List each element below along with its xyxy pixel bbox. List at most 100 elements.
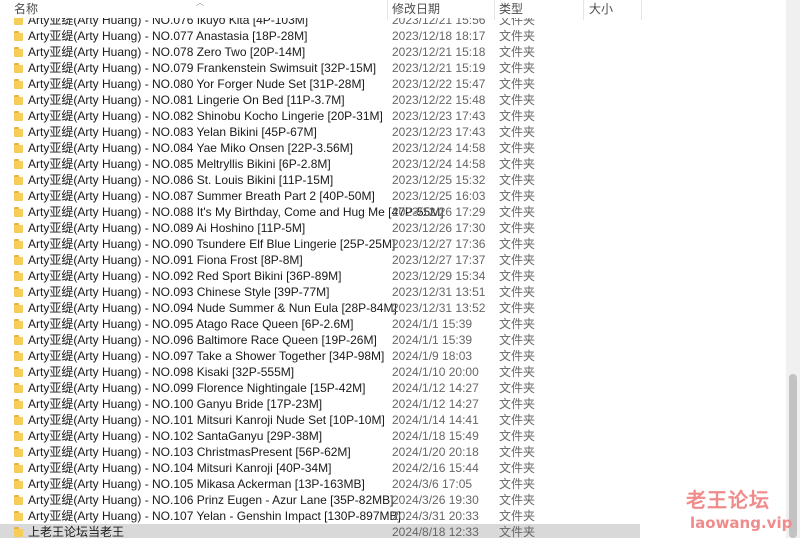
file-row[interactable]: Arty亚缇(Arty Huang) - NO.099 Florence Nig…	[0, 380, 786, 396]
file-type: 文件夹	[499, 445, 536, 459]
file-type: 文件夹	[499, 125, 536, 139]
file-row[interactable]: Arty亚缇(Arty Huang) - NO.103 ChristmasPre…	[0, 444, 786, 460]
folder-icon	[14, 143, 23, 153]
file-row[interactable]: Arty亚缇(Arty Huang) - NO.093 Chinese Styl…	[0, 284, 786, 300]
file-row[interactable]: Arty亚缇(Arty Huang) - NO.101 Mitsuri Kanr…	[0, 412, 786, 428]
folder-icon	[14, 399, 23, 409]
file-date: 2023/12/27 17:37	[392, 253, 486, 267]
file-row[interactable]: Arty亚缇(Arty Huang) - NO.094 Nude Summer …	[0, 300, 786, 316]
file-type: 文件夹	[499, 333, 536, 347]
file-row[interactable]: Arty亚缇(Arty Huang) - NO.095 Atago Race Q…	[0, 316, 786, 332]
folder-icon	[14, 271, 23, 281]
file-row[interactable]: Arty亚缇(Arty Huang) - NO.091 Fiona Frost …	[0, 252, 786, 268]
file-row[interactable]: Arty亚缇(Arty Huang) - NO.089 Ai Hoshino […	[0, 220, 786, 236]
folder-icon	[14, 31, 23, 41]
file-row[interactable]: Arty亚缇(Arty Huang) - NO.088 It's My Birt…	[0, 204, 786, 220]
file-date: 2024/1/10 20:00	[392, 365, 479, 379]
file-type: 文件夹	[499, 173, 536, 187]
file-row[interactable]: Arty亚缇(Arty Huang) - NO.098 Kisaki [32P-…	[0, 364, 786, 380]
folder-icon	[14, 367, 23, 377]
file-row[interactable]: Arty亚缇(Arty Huang) - NO.083 Yelan Bikini…	[0, 124, 786, 140]
file-date: 2023/12/29 15:34	[392, 269, 486, 283]
column-header-size[interactable]: 大小	[589, 0, 613, 18]
file-row[interactable]: Arty亚缇(Arty Huang) - NO.078 Zero Two [20…	[0, 44, 786, 60]
file-type: 文件夹	[499, 349, 536, 363]
file-date: 2024/3/6 17:05	[392, 477, 473, 491]
folder-icon	[14, 47, 23, 57]
file-date: 2024/3/26 19:30	[392, 493, 479, 507]
file-row[interactable]: 上老王论坛当老王 2024/8/18 12:33 文件夹	[0, 524, 640, 538]
file-date: 2023/12/21 15:19	[392, 61, 486, 75]
file-date: 2024/1/12 14:27	[392, 397, 479, 411]
file-row[interactable]: Arty亚缇(Arty Huang) - NO.085 Meltryllis B…	[0, 156, 786, 172]
file-row[interactable]: Arty亚缇(Arty Huang) - NO.092 Red Sport Bi…	[0, 268, 786, 284]
column-header-name[interactable]: 名称	[14, 0, 38, 18]
column-divider[interactable]	[387, 0, 388, 20]
file-row[interactable]: Arty亚缇(Arty Huang) - NO.106 Prinz Eugen …	[0, 492, 786, 508]
folder-icon	[14, 415, 23, 425]
file-name: Arty亚缇(Arty Huang) - NO.102 SantaGanyu […	[28, 429, 323, 443]
file-row[interactable]: Arty亚缇(Arty Huang) - NO.077 Anastasia [1…	[0, 28, 786, 44]
file-type: 文件夹	[499, 525, 536, 538]
column-divider[interactable]	[641, 0, 642, 20]
file-date: 2023/12/31 13:51	[392, 285, 486, 299]
file-type: 文件夹	[499, 61, 536, 75]
file-name: Arty亚缇(Arty Huang) - NO.107 Yelan - Gens…	[28, 509, 401, 523]
file-date: 2024/1/14 14:41	[392, 413, 479, 427]
file-date: 2024/2/16 15:44	[392, 461, 479, 475]
file-row[interactable]: Arty亚缇(Arty Huang) - NO.084 Yae Miko Ons…	[0, 140, 786, 156]
folder-icon	[14, 335, 23, 345]
column-header-type[interactable]: 类型	[499, 0, 523, 18]
file-row[interactable]: Arty亚缇(Arty Huang) - NO.086 St. Louis Bi…	[0, 172, 786, 188]
file-date: 2023/12/18 18:17	[392, 29, 486, 43]
file-type: 文件夹	[499, 301, 536, 315]
file-name: Arty亚缇(Arty Huang) - NO.100 Ganyu Bride …	[28, 397, 323, 411]
folder-icon	[14, 95, 23, 105]
file-row[interactable]: Arty亚缇(Arty Huang) - NO.087 Summer Breat…	[0, 188, 786, 204]
file-name: Arty亚缇(Arty Huang) - NO.101 Mitsuri Kanr…	[28, 413, 385, 427]
file-row[interactable]: Arty亚缇(Arty Huang) - NO.105 Mikasa Acker…	[0, 476, 786, 492]
file-date: 2023/12/25 15:32	[392, 173, 486, 187]
file-type: 文件夹	[499, 253, 536, 267]
file-row[interactable]: Arty亚缇(Arty Huang) - NO.079 Frankenstein…	[0, 60, 786, 76]
file-row[interactable]: Arty亚缇(Arty Huang) - NO.107 Yelan - Gens…	[0, 508, 786, 524]
file-name: Arty亚缇(Arty Huang) - NO.083 Yelan Bikini…	[28, 125, 317, 139]
column-header-date[interactable]: 修改日期	[392, 0, 440, 18]
folder-icon	[14, 319, 23, 329]
column-divider[interactable]	[494, 0, 495, 20]
file-row[interactable]: Arty亚缇(Arty Huang) - NO.104 Mitsuri Kanr…	[0, 460, 786, 476]
file-list: Arty亚缇(Arty Huang) - NO.076 Ikuyo Kita […	[0, 12, 786, 538]
file-type: 文件夹	[499, 141, 536, 155]
file-type: 文件夹	[499, 221, 536, 235]
file-row[interactable]: Arty亚缇(Arty Huang) - NO.096 Baltimore Ra…	[0, 332, 786, 348]
file-type: 文件夹	[499, 93, 536, 107]
file-row[interactable]: Arty亚缇(Arty Huang) - NO.097 Take a Showe…	[0, 348, 786, 364]
file-name: Arty亚缇(Arty Huang) - NO.085 Meltryllis B…	[28, 157, 331, 171]
file-type: 文件夹	[499, 509, 536, 523]
vertical-scrollbar[interactable]	[786, 0, 800, 538]
folder-icon	[14, 175, 23, 185]
file-date: 2023/12/21 15:18	[392, 45, 486, 59]
folder-icon	[14, 255, 23, 265]
file-name: Arty亚缇(Arty Huang) - NO.094 Nude Summer …	[28, 301, 397, 315]
column-divider[interactable]	[583, 0, 584, 20]
file-date: 2024/3/31 20:33	[392, 509, 479, 523]
file-name: Arty亚缇(Arty Huang) - NO.099 Florence Nig…	[28, 381, 366, 395]
file-date: 2023/12/23 17:43	[392, 125, 486, 139]
file-name: Arty亚缇(Arty Huang) - NO.105 Mikasa Acker…	[28, 477, 365, 491]
file-type: 文件夹	[499, 477, 536, 491]
file-name: 上老王论坛当老王	[28, 525, 125, 538]
file-name: Arty亚缇(Arty Huang) - NO.095 Atago Race Q…	[28, 317, 354, 331]
file-row[interactable]: Arty亚缇(Arty Huang) - NO.102 SantaGanyu […	[0, 428, 786, 444]
file-row[interactable]: Arty亚缇(Arty Huang) - NO.090 Tsundere Elf…	[0, 236, 786, 252]
file-type: 文件夹	[499, 205, 536, 219]
file-row[interactable]: Arty亚缇(Arty Huang) - NO.081 Lingerie On …	[0, 92, 786, 108]
folder-icon	[14, 527, 23, 537]
file-row[interactable]: Arty亚缇(Arty Huang) - NO.100 Ganyu Bride …	[0, 396, 786, 412]
file-name: Arty亚缇(Arty Huang) - NO.089 Ai Hoshino […	[28, 221, 306, 235]
file-row[interactable]: Arty亚缇(Arty Huang) - NO.082 Shinobu Koch…	[0, 108, 786, 124]
file-row[interactable]: Arty亚缇(Arty Huang) - NO.080 Yor Forger N…	[0, 76, 786, 92]
file-type: 文件夹	[499, 413, 536, 427]
file-date: 2024/1/20 20:18	[392, 445, 479, 459]
folder-icon	[14, 431, 23, 441]
